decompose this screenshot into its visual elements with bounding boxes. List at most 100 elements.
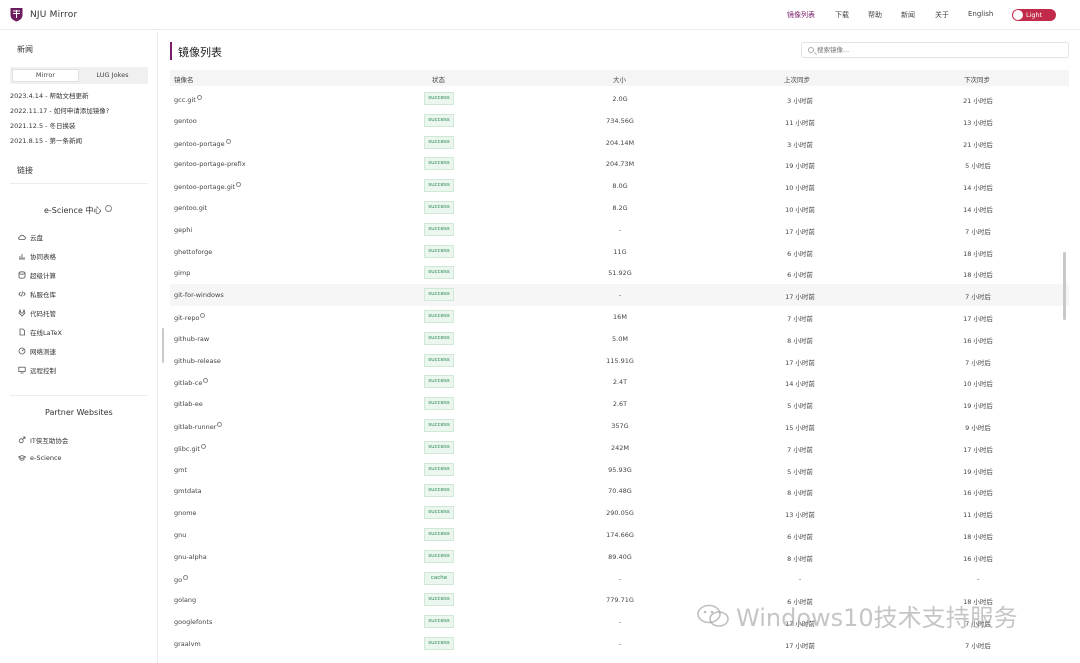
size-value: 2.6T [612, 400, 628, 409]
nav-news[interactable]: 新闻 [901, 10, 915, 20]
size-value: 8.2G [612, 204, 628, 212]
mirror-name-link[interactable]: googlefonts [174, 618, 212, 626]
nav-download[interactable]: 下载 [835, 10, 849, 20]
brand[interactable]: NJU Mirror [10, 7, 77, 22]
link-cloud-drive[interactable]: 云盘 [18, 232, 43, 242]
table-row[interactable]: ghettoforge success 11G 6 小时前 18 小时后 [170, 241, 1069, 263]
main-scrollbar[interactable] [1063, 252, 1066, 320]
mirror-name-link[interactable]: gmtdata [174, 487, 202, 495]
table-row[interactable]: gnu-alpha success 89.40G 8 小时前 16 小时后 [170, 546, 1069, 568]
table-row[interactable]: gentoo-portage.git success 8.0G 10 小时前 14 小时… [170, 175, 1069, 197]
tab-mirror[interactable]: Mirror [12, 69, 79, 82]
mirror-name-link[interactable]: gentoo.git [174, 204, 207, 212]
mirror-name-link[interactable]: git-repo [174, 313, 206, 322]
table-row[interactable]: gnome success 290.05G 13 小时前 11 小时后 [170, 502, 1069, 524]
table-row[interactable]: gmtdata success 70.48G 8 小时前 16 小时后 [170, 480, 1069, 502]
mirror-name-link[interactable]: github-release [174, 357, 221, 365]
table-row[interactable]: gentoo.git success 8.2G 10 小时前 14 小时后 [170, 197, 1069, 219]
table-row[interactable]: graalvm success - 17 小时前 7 小时后 [170, 633, 1069, 655]
sidebar-scrollbar[interactable] [162, 328, 164, 363]
mirror-name-link[interactable]: gephi [174, 226, 192, 234]
table-row[interactable]: go cache - - - [170, 568, 1069, 590]
column-header-size[interactable]: 大小 [613, 74, 626, 84]
link-code-hosting[interactable]: 代码托管 [18, 308, 56, 318]
last-sync-value: 10 小时前 [785, 184, 815, 193]
size-value: 357G [611, 422, 629, 430]
link-private-repo[interactable]: 私服仓库 [18, 289, 56, 299]
mirror-name-link[interactable]: github-raw [174, 335, 209, 343]
column-header-next-sync[interactable]: 下次同步 [964, 74, 990, 84]
link-e-science[interactable]: e-Science [18, 454, 62, 462]
table-row[interactable]: gnu success 174.66G 6 小时前 18 小时后 [170, 524, 1069, 546]
mirror-name-link[interactable]: gitlab-ce [174, 378, 209, 387]
search-input[interactable] [817, 45, 1057, 55]
document-icon [19, 328, 25, 336]
table-row[interactable]: gitlab-ce success 2.4T 14 小时前 10 小时后 [170, 371, 1069, 393]
help-icon[interactable] [200, 313, 206, 318]
help-icon[interactable] [183, 574, 189, 580]
mirror-name: graalvm [174, 640, 201, 648]
news-item[interactable]: 2021.8.15 - 第一条新闻 [10, 135, 82, 145]
mirror-name-link[interactable]: glibc.git [174, 443, 206, 453]
mirror-name-link[interactable]: golang [174, 596, 196, 604]
help-icon[interactable] [196, 95, 202, 100]
mirror-name-link[interactable]: gnome [174, 509, 197, 517]
column-header-last-sync[interactable]: 上次同步 [784, 74, 810, 84]
table-row[interactable]: gephi success - 17 小时前 7 小时后 [170, 219, 1069, 241]
table-row[interactable]: gmt success 95.93G 5 小时前 19 小时后 [170, 459, 1069, 481]
table-row[interactable]: git-for-windows success - 17 小时前 7 小时后 [170, 284, 1069, 306]
help-icon[interactable] [225, 138, 231, 144]
table-row[interactable]: gitlab-ee success 2.6T 5 小时前 19 小时后 [170, 393, 1069, 415]
mirror-name-link[interactable]: gnu [174, 531, 186, 539]
table-row[interactable]: git-repo success 16M 7 小时前 17 小时后 [170, 306, 1069, 328]
table-row[interactable]: gimp success 51.92G 6 小时前 18 小时后 [170, 262, 1069, 284]
mirror-name: golang [174, 596, 197, 605]
nav-about[interactable]: 关于 [935, 10, 949, 20]
nav-english[interactable]: English [968, 10, 993, 18]
link-hpc[interactable]: 超级计算 [18, 270, 56, 280]
table-row[interactable]: gitlab-runner success 357G 15 小时前 9 小时后 [170, 415, 1069, 437]
table-row[interactable]: gentoo-portage-prefix success 204.73M 19 小时… [170, 153, 1069, 175]
mirror-name-link[interactable]: ghettoforge [174, 248, 212, 256]
nav-help[interactable]: 帮助 [868, 10, 882, 20]
link-remote-control[interactable]: 远程控制 [18, 365, 56, 375]
mirror-name-link[interactable]: graalvm [174, 640, 201, 648]
link-it-xia[interactable]: IT侠互助协会 [18, 435, 68, 445]
mirror-name-link[interactable]: gentoo-portage [174, 138, 231, 148]
news-item[interactable]: 2022.11.17 - 如何申请添加镜像? [10, 105, 109, 115]
column-header-status[interactable]: 状态 [432, 74, 445, 84]
news-item[interactable]: 2023.4.14 - 帮助文档更新 [10, 90, 89, 100]
help-icon[interactable] [236, 182, 242, 188]
table-row[interactable]: gentoo-portage success 204.14M 3 小时前 21 小时后 [170, 132, 1069, 154]
theme-toggle[interactable]: Light [1012, 9, 1056, 21]
mirror-name-link[interactable]: go [174, 574, 189, 584]
tab-lug-jokes[interactable]: LUG Jokes [79, 69, 146, 82]
help-icon[interactable] [200, 443, 206, 449]
help-icon[interactable] [217, 422, 223, 427]
table-row[interactable]: github-release success 115.91G 17 小时前 7 小时后 [170, 350, 1069, 372]
link-speedtest[interactable]: 网络测速 [18, 346, 56, 356]
mirror-name-link[interactable]: gitlab-runner [174, 422, 223, 431]
mirror-name-link[interactable]: gnu-alpha [174, 553, 207, 561]
nav-mirror-list[interactable]: 镜像列表 [787, 10, 815, 20]
mirror-name-link[interactable]: gcc.git [174, 95, 202, 104]
link-latex[interactable]: 在线LaTeX [18, 327, 62, 337]
mirror-name-link[interactable]: gentoo [174, 117, 197, 125]
last-sync-value: - [798, 574, 802, 583]
help-icon[interactable] [203, 378, 209, 384]
mirror-name-link[interactable]: git-for-windows [174, 291, 224, 299]
table-row[interactable]: glibc.git success 242M 7 小时前 17 小时后 [170, 437, 1069, 459]
table-row[interactable]: gentoo success 734.56G 11 小时前 13 小时后 [170, 110, 1069, 132]
table-row[interactable]: gcc.git success 2.0G 3 小时前 21 小时后 [170, 88, 1069, 110]
table-row[interactable]: github-raw success 5.0M 8 小时前 16 小时后 [170, 328, 1069, 350]
mirror-name-link[interactable]: gmt [174, 466, 187, 474]
mirror-name-link[interactable]: gitlab-ee [174, 400, 203, 408]
mirror-name-link[interactable]: gentoo-portage-prefix [174, 160, 246, 168]
info-icon[interactable] [105, 205, 112, 212]
mirror-name-link[interactable]: gimp [174, 269, 190, 277]
news-item[interactable]: 2021.12.5 - 冬日换装 [10, 120, 76, 130]
mirror-name-link[interactable]: gentoo-portage.git [174, 182, 242, 191]
link-sheets[interactable]: 协同表格 [18, 251, 56, 261]
column-header-name[interactable]: 镜像名 [174, 74, 194, 84]
search-box[interactable] [801, 42, 1069, 58]
